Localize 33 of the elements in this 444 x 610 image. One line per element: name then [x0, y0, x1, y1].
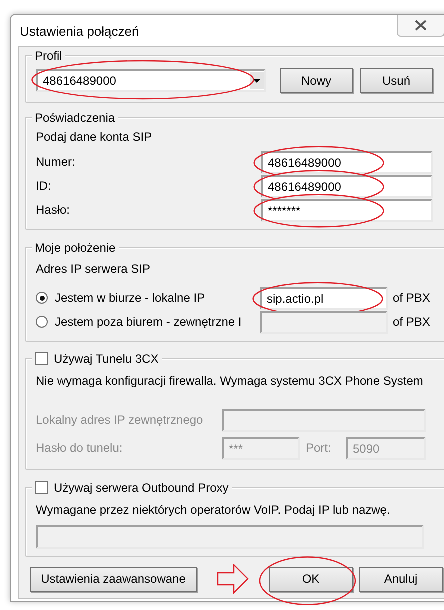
cancel-button[interactable]: Anuluj: [359, 566, 443, 592]
group-legend: Moje położenie: [35, 240, 116, 254]
profile-dropdown[interactable]: 48616489000: [36, 69, 266, 92]
new-button[interactable]: Nowy: [280, 68, 353, 93]
checkbox[interactable]: [35, 481, 48, 494]
window-title: Ustawienia połączeń: [19, 24, 140, 39]
group-legend: Poświadczenia: [35, 110, 116, 124]
group-legend: Profil: [35, 48, 62, 62]
section-hint: Podaj dane konta SIP: [36, 130, 154, 146]
text-field[interactable]: 48616489000: [261, 174, 433, 198]
field-label: Hasło do tunelu:: [36, 441, 124, 455]
radio-button[interactable]: [36, 292, 48, 304]
text-field[interactable]: [36, 525, 424, 549]
close-button[interactable]: [397, 14, 444, 36]
close-icon: [415, 20, 427, 30]
text-field[interactable]: sip.actio.pl: [260, 286, 388, 310]
delete-button[interactable]: Usuń: [360, 68, 433, 93]
field-label: Numer:: [36, 155, 76, 169]
radio-label[interactable]: Jestem w biurze - lokalne IP: [55, 291, 260, 305]
section-note: Wymagane przez niektórych operatorów VoIP. Podaj IP lub nazwę.: [36, 502, 392, 519]
text-field[interactable]: *******: [261, 198, 433, 222]
ok-button[interactable]: OK: [269, 566, 353, 592]
field-suffix: of PBX: [393, 315, 430, 329]
field-suffix: of PBX: [393, 291, 430, 305]
text-field[interactable]: 48616489000: [261, 150, 433, 174]
field-label: Lokalny adres IP zewnętrznego: [36, 413, 204, 427]
field-label: ID:: [36, 179, 52, 193]
section-hint: Adres IP serwera SIP: [36, 261, 152, 278]
advanced-settings-button[interactable]: Ustawienia zaawansowane: [30, 566, 197, 592]
field-label: Hasło:: [36, 203, 70, 217]
field-label: Port:: [305, 441, 332, 455]
text-field[interactable]: [222, 408, 426, 432]
section-note: Nie wymaga konfiguracji firewalla. Wymaga systemu 3CX Phone System: [36, 373, 424, 390]
